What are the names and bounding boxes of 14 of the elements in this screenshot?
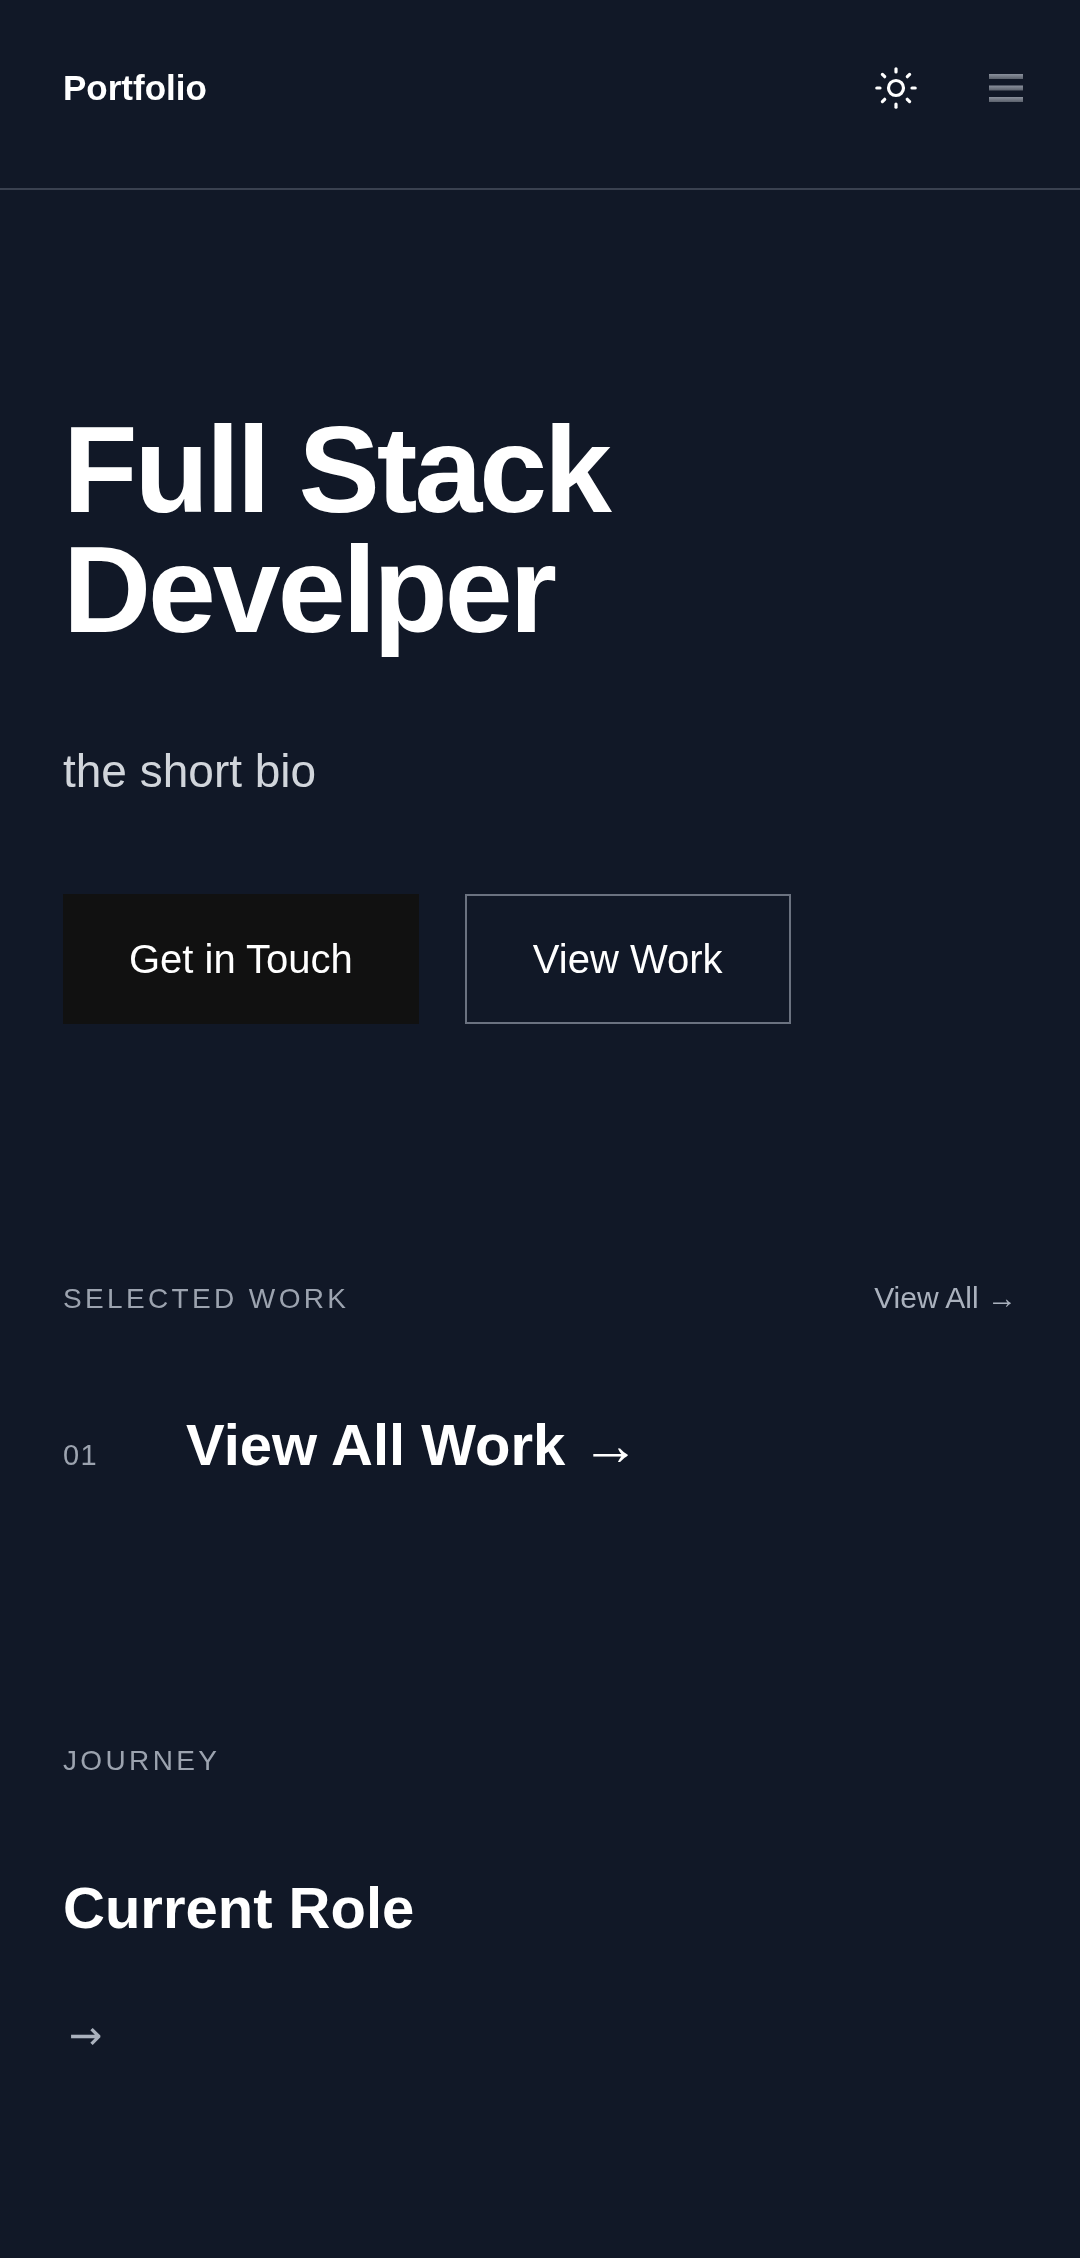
project-link[interactable]: View All Work → — [186, 1409, 640, 1481]
menu-icon[interactable] — [989, 74, 1023, 102]
arrow-link[interactable]: → — [69, 2011, 103, 2059]
outline-button[interactable]: View Work — [464, 894, 791, 1024]
site-title[interactable]: Portfolio — [63, 67, 207, 109]
role-title: Current Role — [63, 1874, 416, 1942]
primary-button[interactable]: Get in Touch — [63, 894, 419, 1024]
section-label: JOURNEY — [63, 1744, 221, 1778]
section-label: SELECTED WORK — [63, 1282, 350, 1316]
hero-title: Full Stack Develper — [63, 410, 612, 660]
view-all-link[interactable]: View All → — [874, 1281, 1017, 1315]
hero-bio: the short bio — [63, 744, 318, 799]
project-number: 01 — [63, 1439, 100, 1472]
sun-icon[interactable] — [875, 67, 917, 109]
